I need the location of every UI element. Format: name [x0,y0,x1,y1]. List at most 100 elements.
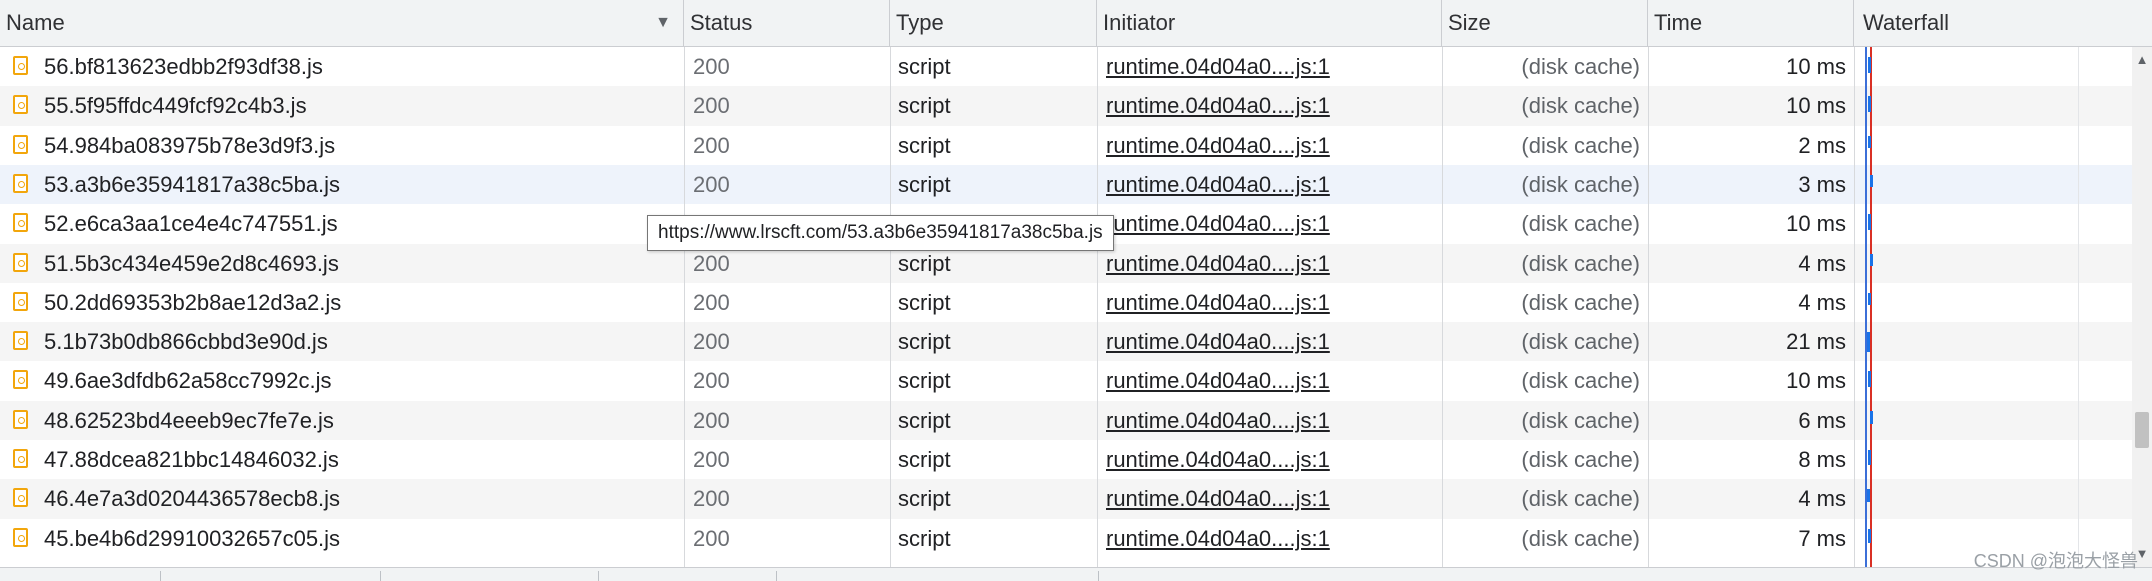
table-row[interactable]: 49.6ae3dfdb62a58cc7992c.js 200 script runti… [0,361,2132,400]
request-status: 200 [693,525,730,551]
script-file-icon [13,331,28,351]
scrollbar-thumb[interactable] [2135,412,2149,448]
script-file-icon [13,527,28,547]
network-panel: Name ▼ Status Type Initiator Size Time W… [0,0,2152,581]
request-time: 6 ms [1798,407,1846,433]
request-initiator-link[interactable]: runtime.04d04a0....js:1 [1097,165,1442,204]
request-type: script [898,54,951,79]
request-time: 21 ms [1786,329,1846,355]
request-size: (disk cache) [1521,54,1640,79]
column-header-waterfall[interactable]: Waterfall [1854,0,2152,46]
sort-descending-icon[interactable]: ▼ [655,0,671,46]
request-name[interactable]: 45.be4b6d29910032657c05.js [0,519,684,558]
request-size: (disk cache) [1521,329,1640,355]
request-type: script [898,368,951,394]
column-divider [1648,47,1649,567]
table-row[interactable]: 54.984ba083975b78e3d9f3.js 200 script runti… [0,126,2132,165]
table-row[interactable]: 5.1b73b0db866cbbd3e90d.js 200 script runtim… [0,322,2132,362]
script-file-icon [13,134,28,154]
waterfall-bar[interactable] [1870,174,1873,187]
load-event-marker [1870,47,1872,567]
column-header-name[interactable]: Name ▼ [0,0,684,46]
table-row[interactable]: 45.be4b6d29910032657c05.js 200 script runti… [0,519,2132,558]
request-name[interactable]: 55.5f95ffdc449fcf92c4b3.js [0,86,684,125]
waterfall-bar[interactable] [1868,135,1871,148]
status-divider [776,571,777,581]
request-initiator-link[interactable]: runtime.04d04a0....js:1 [1097,86,1442,125]
waterfall-bar[interactable] [1868,292,1871,306]
waterfall-timeline [1854,47,2132,567]
request-name[interactable]: 53.a3b6e35941817a38c5ba.js [0,165,684,204]
request-initiator-link[interactable]: runtime.04d04a0....js:1 [1097,244,1442,283]
table-row[interactable]: 50.2dd69353b2b8ae12d3a2.js 200 script runti… [0,283,2132,322]
waterfall-bar[interactable] [1870,253,1873,266]
request-initiator-link[interactable]: runtime.04d04a0....js:1 [1097,204,1442,243]
table-row[interactable]: 55.5f95ffdc449fcf92c4b3.js 200 script runti… [0,86,2132,126]
status-divider [1098,571,1099,581]
column-divider [1442,47,1443,567]
column-divider [1097,47,1098,567]
script-file-icon [13,56,28,75]
request-initiator-link[interactable]: runtime.04d04a0....js:1 [1097,322,1442,361]
request-name[interactable]: 46.4e7a3d0204436578ecb8.js [0,479,684,518]
watermark: CSDN @泡泡大怪兽 [1973,551,2138,571]
waterfall-bar[interactable] [1867,489,1870,502]
column-header-type[interactable]: Type [890,0,1097,46]
request-name[interactable]: 5.1b73b0db866cbbd3e90d.js [0,322,684,361]
request-initiator-link[interactable]: runtime.04d04a0....js:1 [1097,361,1442,400]
table-row[interactable]: 46.4e7a3d0204436578ecb8.js 200 script runti… [0,479,2132,519]
waterfall-bar[interactable] [1868,371,1871,388]
request-name[interactable]: 50.2dd69353b2b8ae12d3a2.js [0,283,684,322]
request-type: script [898,289,951,315]
request-name[interactable]: 49.6ae3dfdb62a58cc7992c.js [0,361,684,400]
request-initiator-link[interactable]: runtime.04d04a0....js:1 [1097,47,1442,86]
waterfall-bar[interactable] [1868,528,1871,543]
request-initiator-link[interactable]: runtime.04d04a0....js:1 [1097,283,1442,322]
table-row[interactable]: 48.62523bd4eeeb9ec7fe7e.js 200 script runti… [0,400,2132,440]
waterfall-bar[interactable] [1870,410,1873,425]
request-name[interactable]: 52.e6ca3aa1ce4e4c747551.js [0,204,684,243]
request-time: 8 ms [1798,447,1846,472]
table-row[interactable]: 56.bf813623edbb2f93df38.js 200 script runti… [0,47,2132,86]
column-header-row: Name ▼ Status Type Initiator Size Time W… [0,0,2152,47]
waterfall-bar[interactable] [1868,214,1871,231]
request-size: (disk cache) [1521,93,1640,119]
request-type: script [898,525,951,551]
waterfall-bar[interactable] [1868,96,1871,113]
request-time: 10 ms [1786,54,1846,79]
table-row[interactable]: 47.88dcea821bbc14846032.js 200 script runti… [0,440,2132,479]
column-header-time[interactable]: Time [1648,0,1854,46]
vertical-scrollbar[interactable]: ▲ ▼ [2132,47,2152,567]
request-time: 10 ms [1786,368,1846,394]
request-type: script [898,407,951,433]
waterfall-bar[interactable] [1867,332,1870,353]
request-initiator-link[interactable]: runtime.04d04a0....js:1 [1097,401,1442,440]
waterfall-bar[interactable] [1868,450,1871,465]
request-name[interactable]: 56.bf813623edbb2f93df38.js [0,47,684,86]
status-bar [0,567,2152,581]
request-name[interactable]: 51.5b3c434e459e2d8c4693.js [0,244,684,283]
request-size: (disk cache) [1521,525,1640,551]
script-file-icon [13,213,28,233]
request-name[interactable]: 54.984ba083975b78e3d9f3.js [0,126,684,165]
request-time: 3 ms [1798,171,1846,197]
script-file-icon [13,252,28,272]
table-row[interactable]: 53.a3b6e35941817a38c5ba.js 200 script runti… [0,164,2132,205]
request-status: 200 [693,54,730,79]
column-header-size[interactable]: Size [1442,0,1648,46]
request-name[interactable]: 48.62523bd4eeeb9ec7fe7e.js [0,401,684,440]
request-name[interactable]: 47.88dcea821bbc14846032.js [0,440,684,479]
request-type: script [898,132,951,158]
waterfall-bar[interactable] [1868,57,1871,73]
request-initiator-link[interactable]: runtime.04d04a0....js:1 [1097,519,1442,558]
column-header-initiator[interactable]: Initiator [1097,0,1442,46]
scroll-up-icon[interactable]: ▲ [2135,53,2149,67]
request-initiator-link[interactable]: runtime.04d04a0....js:1 [1097,440,1442,479]
request-type: script [898,329,951,355]
request-time: 10 ms [1786,93,1846,119]
column-header-status[interactable]: Status [684,0,890,46]
script-file-icon [13,488,28,508]
request-initiator-link[interactable]: runtime.04d04a0....js:1 [1097,126,1442,165]
request-initiator-link[interactable]: runtime.04d04a0....js:1 [1097,479,1442,518]
script-file-icon [13,449,28,468]
